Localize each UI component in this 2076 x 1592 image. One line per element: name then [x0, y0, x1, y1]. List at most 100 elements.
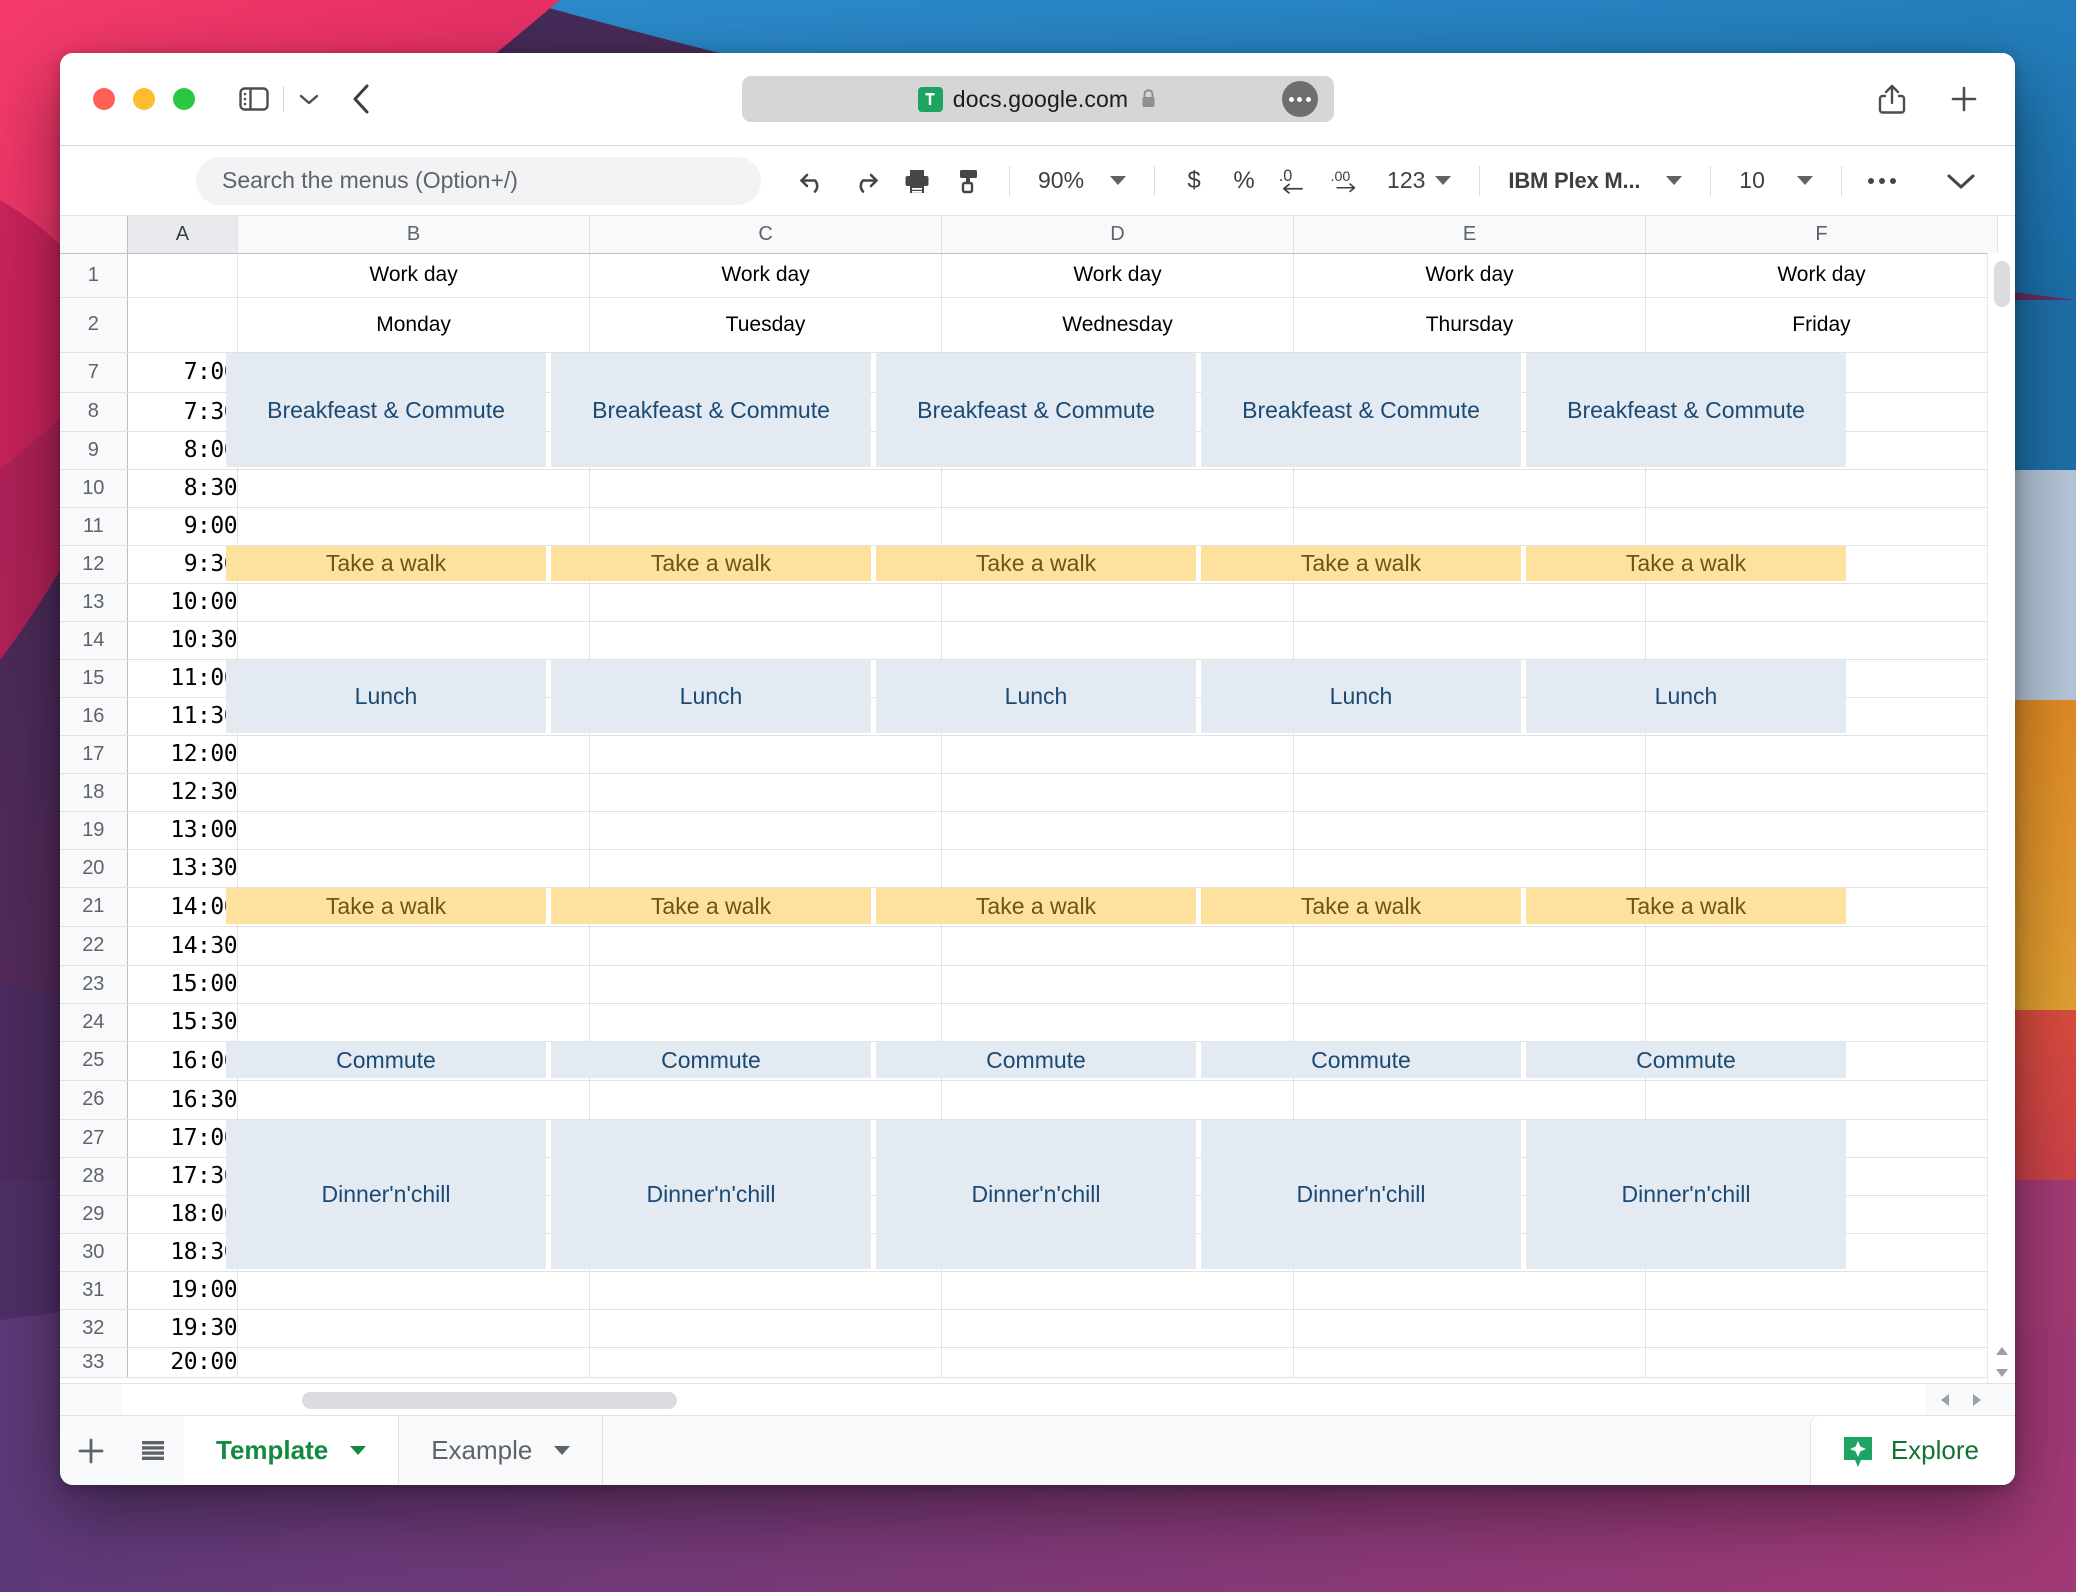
- schedule-cell[interactable]: [942, 1080, 1294, 1119]
- schedule-cell[interactable]: [238, 965, 590, 1003]
- schedule-cell[interactable]: [1294, 1003, 1646, 1041]
- event-block[interactable]: Take a walk: [551, 888, 871, 924]
- schedule-cell[interactable]: [238, 1309, 590, 1347]
- schedule-cell[interactable]: [1645, 621, 1997, 659]
- percent-format-button[interactable]: %: [1219, 158, 1269, 204]
- schedule-cell[interactable]: [590, 1309, 942, 1347]
- schedule-cell[interactable]: [1645, 773, 1997, 811]
- schedule-cell[interactable]: [942, 965, 1294, 1003]
- schedule-cell[interactable]: [1294, 1271, 1646, 1309]
- row-header-32[interactable]: 32: [60, 1309, 127, 1347]
- schedule-cell[interactable]: [1645, 811, 1997, 849]
- schedule-cell[interactable]: [1294, 773, 1646, 811]
- event-block[interactable]: Dinner'n'chill: [876, 1120, 1196, 1269]
- column-header-c[interactable]: C: [590, 216, 942, 253]
- event-block[interactable]: Take a walk: [1201, 546, 1521, 581]
- row-header-27[interactable]: 27: [60, 1119, 127, 1157]
- row-header-14[interactable]: 14: [60, 621, 127, 659]
- day-header-cell[interactable]: Work day: [238, 253, 590, 297]
- schedule-cell[interactable]: [1294, 965, 1646, 1003]
- schedule-cell[interactable]: [238, 1271, 590, 1309]
- event-block[interactable]: Dinner'n'chill: [226, 1120, 546, 1269]
- day-header-cell[interactable]: Wednesday: [942, 297, 1294, 352]
- add-sheet-icon[interactable]: [60, 1416, 122, 1485]
- schedule-cell[interactable]: [942, 849, 1294, 887]
- row-header-25[interactable]: 25: [60, 1041, 127, 1080]
- time-cell[interactable]: 14:00: [127, 887, 237, 926]
- schedule-cell[interactable]: [1645, 1080, 1997, 1119]
- maximize-window-button[interactable]: [173, 88, 195, 110]
- schedule-cell[interactable]: [590, 1003, 942, 1041]
- all-sheets-icon[interactable]: [122, 1416, 184, 1485]
- event-block[interactable]: Commute: [226, 1042, 546, 1078]
- row-header-20[interactable]: 20: [60, 849, 127, 887]
- row-header-1[interactable]: 1: [60, 253, 127, 297]
- time-cell[interactable]: 16:30: [127, 1080, 237, 1119]
- column-header-e[interactable]: E: [1294, 216, 1646, 253]
- event-block[interactable]: Breakfeast & Commute: [1526, 353, 1846, 467]
- event-block[interactable]: Commute: [1526, 1042, 1846, 1078]
- increase-decimal-button[interactable]: .00: [1321, 158, 1373, 204]
- page-settings-button[interactable]: [1282, 81, 1318, 117]
- scroll-down-icon[interactable]: [1991, 1363, 2013, 1383]
- day-header-cell[interactable]: Monday: [238, 297, 590, 352]
- schedule-cell[interactable]: [590, 735, 942, 773]
- schedule-cell[interactable]: [1645, 1003, 1997, 1041]
- decrease-decimal-button[interactable]: .0: [1269, 158, 1321, 204]
- event-block[interactable]: Lunch: [551, 660, 871, 733]
- schedule-cell[interactable]: [942, 1271, 1294, 1309]
- schedule-cell[interactable]: [1294, 849, 1646, 887]
- schedule-cell[interactable]: [1645, 735, 1997, 773]
- row-header-29[interactable]: 29: [60, 1195, 127, 1233]
- font-size-dropdown[interactable]: 10: [1725, 158, 1827, 204]
- schedule-cell[interactable]: [590, 621, 942, 659]
- event-block[interactable]: Take a walk: [1201, 888, 1521, 924]
- font-family-dropdown[interactable]: IBM Plex M...: [1494, 158, 1696, 204]
- time-cell[interactable]: 15:00: [127, 965, 237, 1003]
- time-cell[interactable]: [127, 297, 237, 352]
- schedule-cell[interactable]: [238, 1347, 590, 1377]
- time-cell[interactable]: 15:30: [127, 1003, 237, 1041]
- menu-search-box[interactable]: [196, 157, 761, 205]
- time-cell[interactable]: 17:00: [127, 1119, 237, 1157]
- sidebar-toggle-icon[interactable]: [239, 86, 269, 112]
- back-button[interactable]: [350, 82, 374, 116]
- schedule-cell[interactable]: [942, 1309, 1294, 1347]
- day-header-cell[interactable]: Work day: [942, 253, 1294, 297]
- schedule-cell[interactable]: [238, 926, 590, 965]
- event-block[interactable]: Take a walk: [876, 546, 1196, 581]
- scroll-left-icon[interactable]: [1931, 1388, 1959, 1412]
- event-block[interactable]: Commute: [876, 1042, 1196, 1078]
- row-header-28[interactable]: 28: [60, 1157, 127, 1195]
- schedule-cell[interactable]: [1645, 469, 1997, 507]
- schedule-cell[interactable]: [1645, 1309, 1997, 1347]
- schedule-cell[interactable]: [1294, 1309, 1646, 1347]
- schedule-cell[interactable]: [238, 811, 590, 849]
- event-block[interactable]: Take a walk: [1526, 888, 1846, 924]
- row-header-26[interactable]: 26: [60, 1080, 127, 1119]
- schedule-cell[interactable]: [942, 621, 1294, 659]
- schedule-cell[interactable]: [1294, 735, 1646, 773]
- minimize-window-button[interactable]: [133, 88, 155, 110]
- schedule-cell[interactable]: [1645, 849, 1997, 887]
- time-cell[interactable]: 14:30: [127, 926, 237, 965]
- row-header-24[interactable]: 24: [60, 1003, 127, 1041]
- row-header-9[interactable]: 9: [60, 431, 127, 469]
- event-block[interactable]: Take a walk: [551, 546, 871, 581]
- close-window-button[interactable]: [93, 88, 115, 110]
- schedule-cell[interactable]: [1645, 583, 1997, 621]
- schedule-cell[interactable]: [238, 621, 590, 659]
- row-header-22[interactable]: 22: [60, 926, 127, 965]
- day-header-cell[interactable]: Work day: [1294, 253, 1646, 297]
- day-header-cell[interactable]: Work day: [590, 253, 942, 297]
- event-block[interactable]: Dinner'n'chill: [1201, 1120, 1521, 1269]
- schedule-cell[interactable]: [942, 811, 1294, 849]
- schedule-cell[interactable]: [238, 773, 590, 811]
- event-block[interactable]: Dinner'n'chill: [1526, 1120, 1846, 1269]
- vertical-scroll-thumb[interactable]: [1994, 261, 2010, 307]
- schedule-cell[interactable]: [942, 1347, 1294, 1377]
- day-header-cell[interactable]: Friday: [1645, 297, 1997, 352]
- row-header-30[interactable]: 30: [60, 1233, 127, 1271]
- time-cell[interactable]: 12:00: [127, 735, 237, 773]
- time-cell[interactable]: 18:00: [127, 1195, 237, 1233]
